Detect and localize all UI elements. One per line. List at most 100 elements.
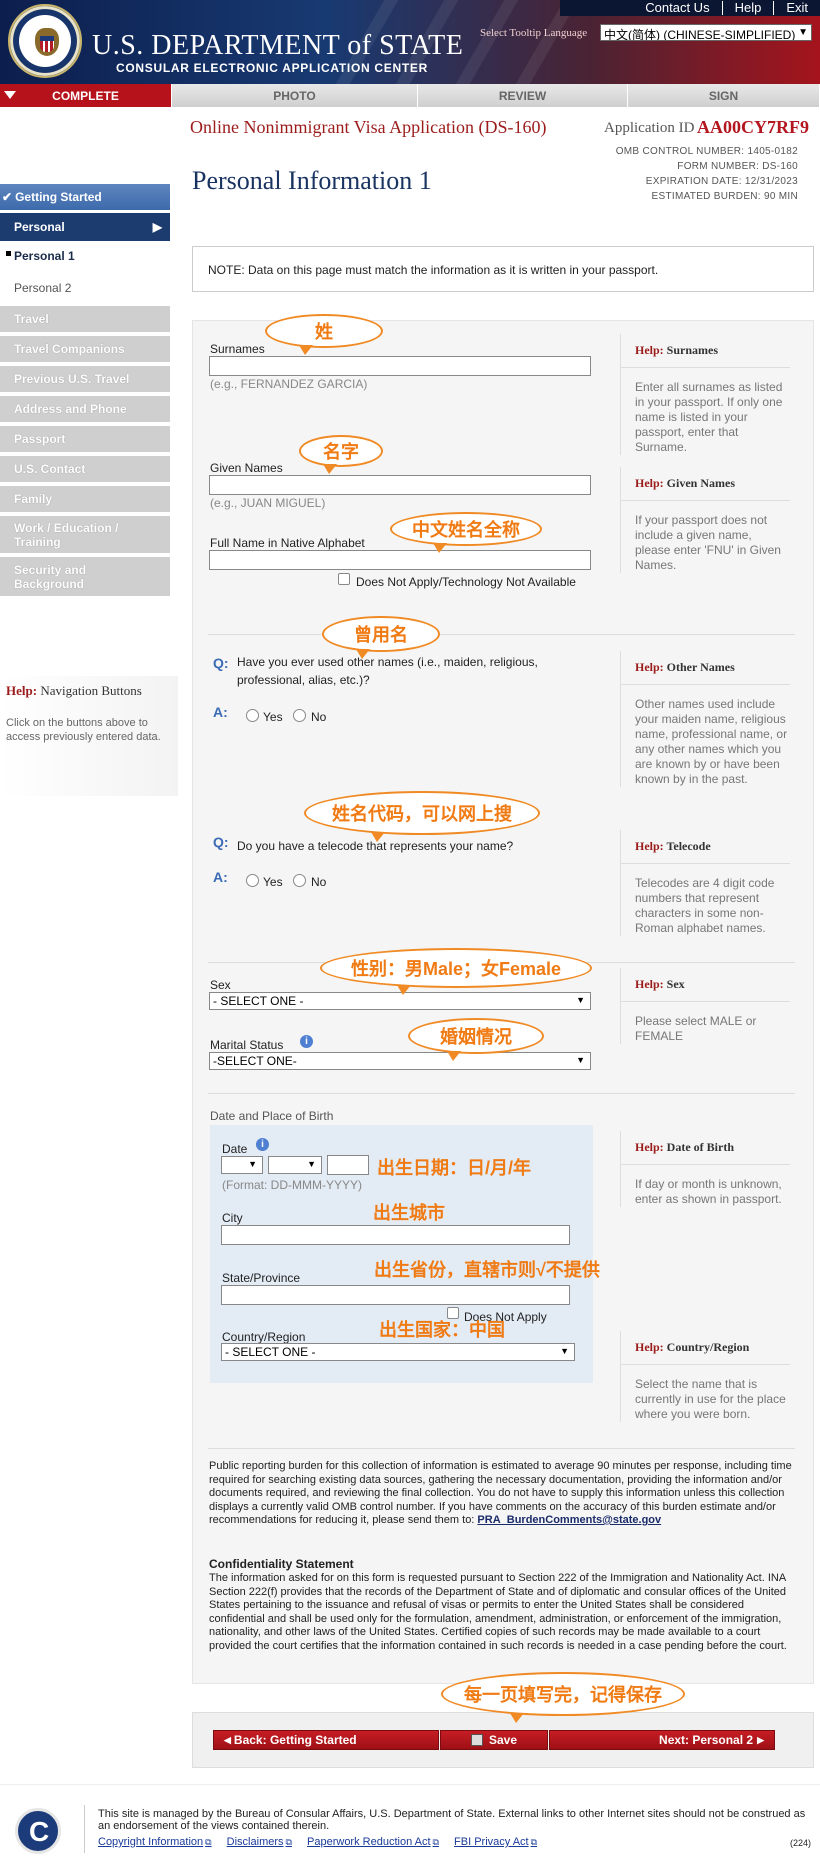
annotation-telecode: 姓名代码，可以网上搜 [304,791,540,842]
disclaimers-link[interactable]: Disclaimers ⧉ [227,1836,292,1848]
sidebar-item-label: Personal 2 [14,281,72,295]
sidebar-item-security-background[interactable]: Security and Background [0,557,170,598]
tab-complete[interactable]: COMPLETE [0,84,172,107]
application-id: AA00CY7RF9 [697,117,809,137]
contact-us-link[interactable]: Contact Us [633,1,721,15]
telecode-no-radio[interactable] [293,874,306,887]
sidebar-item-label: Previous U.S. Travel [14,372,130,386]
save-button[interactable]: Save [440,1730,548,1750]
city-label: City [222,1211,243,1225]
copyright-link[interactable]: Copyright Information ⧉ [98,1836,212,1848]
birth-day-select[interactable]: ▼ [221,1156,263,1174]
full-name-native-input[interactable] [209,550,591,570]
sidebar-item-family[interactable]: Family [0,486,170,514]
sidebar-item-label: Personal 1 [14,249,75,263]
annotation-country: 出生国家：中国 [379,1320,505,1340]
does-not-apply-tech-checkbox[interactable] [338,573,350,585]
sidebar-item-travel-companions[interactable]: Travel Companions [0,336,170,364]
tab-photo[interactable]: PHOTO [172,84,418,107]
info-icon[interactable]: i [300,1035,313,1048]
sidebar-item-travel[interactable]: Travel [0,306,170,334]
telecode-yes-radio[interactable] [246,874,259,887]
tab-label: COMPLETE [52,88,119,103]
sidebar-item-label: Travel [14,312,49,326]
sex-value: - SELECT ONE - [213,994,304,1008]
birth-year-input[interactable] [327,1155,369,1175]
back-button[interactable]: ◀ Back: Getting Started [213,1730,439,1750]
section-divider [208,634,795,635]
sidebar-item-label: Address and Phone [14,402,127,416]
does-not-apply-tech-label: Does Not Apply/Technology Not Available [356,575,576,589]
sidebar-item-work-education[interactable]: Work / Education / Training [0,516,170,555]
tooltip-language-label: Select Tooltip Language [480,27,588,39]
chevron-right-icon: ▶ [757,1734,764,1745]
exit-link[interactable]: Exit [773,1,820,15]
birth-city-input[interactable] [221,1225,570,1245]
sidebar-item-personal[interactable]: Personal ▶ [0,213,170,241]
info-icon[interactable]: i [256,1138,269,1151]
tooltip-language-value: 中文(简体) (CHINESE-SIMPLIFIED) [604,28,796,41]
sidebar-item-label: Travel Companions [14,342,125,356]
annotation-surname: 姓 [265,314,383,355]
annotation-state: 出生省份，直辖市则√不提供 [374,1260,600,1280]
footer-text: This site is managed by the Bureau of Co… [98,1808,806,1832]
footer-code: (224) [790,1838,812,1848]
sidebar-item-address-phone[interactable]: Address and Phone [0,396,170,424]
other-names-no-radio[interactable] [293,709,306,722]
consular-affairs-logo-icon: C [15,1808,61,1854]
burden-email-link[interactable]: PRA_BurdenComments@state.gov [477,1514,661,1526]
sidebar-item-us-contact[interactable]: U.S. Contact [0,456,170,484]
tab-label: REVIEW [498,88,547,103]
surnames-example: (e.g., FERNANDEZ GARCIA) [210,377,368,391]
check-icon: ✔ [2,190,13,204]
dropdown-arrow-icon: ▼ [576,995,585,1005]
tab-review[interactable]: REVIEW [418,84,628,107]
sidebar-item-passport[interactable]: Passport [0,426,170,454]
marital-status-select[interactable]: -SELECT ONE- ▼ [209,1052,591,1070]
given-names-example: (e.g., JUAN MIGUEL) [210,496,326,510]
radio-label: Yes [263,710,283,724]
annotation-other-names: 曾用名 [322,616,440,659]
birth-state-input[interactable] [221,1285,570,1305]
annotation-native-name: 中文姓名全称 [390,512,542,553]
state-department-seal-icon [8,4,82,78]
other-names-yes-radio[interactable] [246,709,259,722]
question-marker: Q: [213,834,229,850]
sex-label: Sex [210,978,231,992]
full-name-native-label: Full Name in Native Alphabet [210,536,365,550]
confidentiality-title: Confidentiality Statement [209,1557,354,1571]
given-names-input[interactable] [209,475,591,495]
sidebar-item-personal-2[interactable]: Personal 2 [0,274,170,302]
help-link[interactable]: Help [721,1,774,15]
next-button[interactable]: Next: Personal 2 ▶ [549,1730,775,1750]
tab-label: PHOTO [273,88,316,103]
help-panel-given-names: Help: Given Names If your passport does n… [620,467,790,573]
answer-marker: A: [213,869,228,885]
sidebar-item-personal-1[interactable]: Personal 1 [0,242,170,270]
dropdown-arrow-icon: ▼ [798,27,808,38]
tab-sign[interactable]: SIGN [628,84,820,107]
fbi-privacy-link[interactable]: FBI Privacy Act ⧉ [454,1836,537,1848]
state-province-label: State/Province [222,1271,301,1285]
surnames-input[interactable] [209,356,591,376]
tooltip-language-select[interactable]: 中文(简体) (CHINESE-SIMPLIFIED) ▼ [600,24,812,41]
annotation-save: 每一页填写完，记得保存 [441,1672,685,1723]
annotation-given-name: 名字 [299,435,383,474]
answer-marker: A: [213,704,228,720]
confidentiality-text: The information asked for on this form i… [209,1572,787,1652]
sidebar-item-getting-started[interactable]: ✔ Getting Started [0,184,170,210]
help-panel-sex: Help: Sex Please select MALE or FEMALE [620,968,790,1044]
omb-control-number: OMB CONTROL NUMBER: 1405-0182 [615,146,798,157]
paperwork-reduction-link[interactable]: Paperwork Reduction Act ⧉ [307,1836,439,1848]
help-panel-telecode: Help: Telecode Telecodes are 4 digit code… [620,830,790,936]
birth-country-select[interactable]: - SELECT ONE - ▼ [221,1343,575,1361]
estimated-burden: ESTIMATED BURDEN: 90 MIN [651,191,798,202]
application-id-label: Application ID [604,120,695,136]
sidebar-item-label: Getting Started [15,190,102,204]
sidebar-item-previous-us-travel[interactable]: Previous U.S. Travel [0,366,170,394]
birth-month-select[interactable]: ▼ [268,1156,322,1174]
footer-links: Copyright Information ⧉ Disclaimers ⧉ Pape… [98,1836,549,1848]
date-format-hint: (Format: DD-MMM-YYYY) [222,1178,362,1192]
sidebar-item-label: Security and Background [14,562,87,591]
burden-statement: Public reporting burden for this collect… [209,1460,792,1526]
